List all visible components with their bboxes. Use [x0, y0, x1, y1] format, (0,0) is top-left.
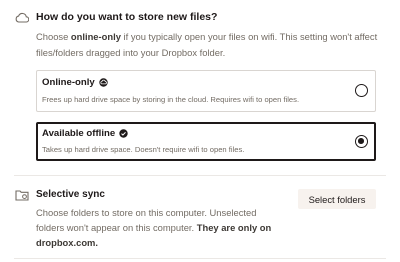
store-question-title: How do you want to store new files?	[36, 11, 218, 23]
bottom-divider	[14, 258, 386, 259]
cloud-status-icon	[99, 78, 108, 87]
option-available-offline-label: Available offline	[42, 128, 116, 139]
section-divider	[14, 175, 386, 176]
selective-sync-title: Selective sync	[36, 189, 105, 200]
option-available-offline-title-row: Available offline	[42, 128, 128, 139]
online-only-radio[interactable]	[355, 84, 368, 97]
radio-selected-dot	[358, 138, 364, 144]
folder-sync-icon	[15, 190, 29, 201]
option-online-only[interactable]: Online-only Frees up hard drive space by…	[36, 70, 376, 112]
selective-sync-description: Choose folders to store on this computer…	[36, 207, 272, 248]
option-online-only-description: Frees up hard drive space by storing in …	[42, 95, 300, 104]
available-offline-radio[interactable]	[355, 135, 368, 148]
select-folders-button[interactable]: Select folders	[298, 189, 376, 209]
option-available-offline[interactable]: Available offline Takes up hard drive sp…	[36, 122, 376, 161]
store-question-description: Choose online-only if you typically open…	[36, 31, 378, 58]
check-circle-icon	[119, 129, 128, 138]
option-available-offline-description: Takes up hard drive space. Doesn't requi…	[42, 145, 245, 154]
option-online-only-title-row: Online-only	[42, 77, 108, 88]
option-online-only-label: Online-only	[42, 77, 95, 88]
cloud-icon	[15, 12, 29, 23]
